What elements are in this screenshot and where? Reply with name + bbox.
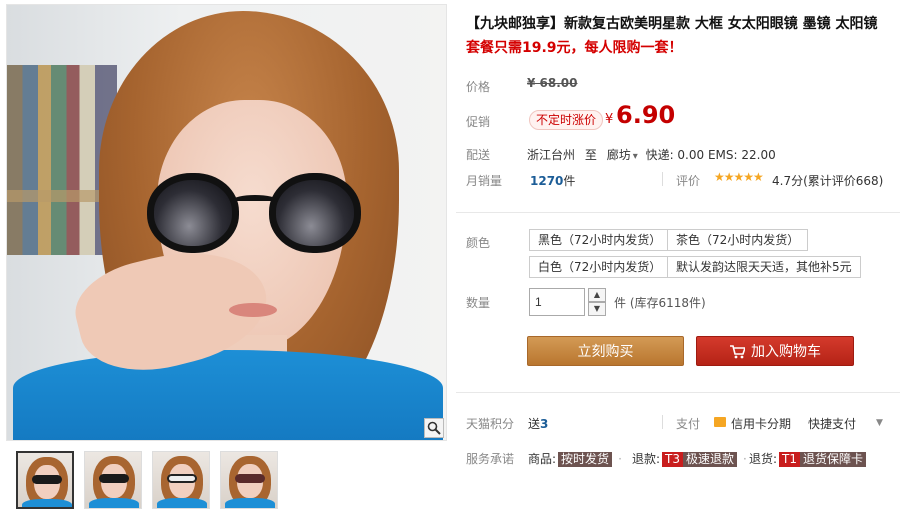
thumb-shirt xyxy=(22,499,72,507)
buy-now-button[interactable]: 立刻购买 xyxy=(527,336,684,366)
points-label: 天猫积分 xyxy=(466,417,515,431)
buy-now-label: 立刻购买 xyxy=(577,344,634,360)
sales-count: 1270 xyxy=(530,174,564,188)
price-label: 价格 xyxy=(466,80,491,94)
evaluation-link[interactable]: 4.7分(累计评价668) xyxy=(772,172,883,189)
service-refund[interactable]: 退款: T3 极速退款 · xyxy=(632,450,747,467)
thumb-shirt xyxy=(157,498,207,508)
shipping-info: 浙江台州 至 廊坊 ▾ 快递: 0.00 EMS: 22.00 xyxy=(527,146,776,163)
thumb-shirt xyxy=(225,498,275,508)
service-return[interactable]: 退货: T1 退货保障卡 xyxy=(749,450,867,467)
quantity-increase-button[interactable]: ▲ xyxy=(588,288,606,302)
thumb-shirt xyxy=(89,498,139,508)
section-divider xyxy=(456,392,900,393)
sales-unit: 件 xyxy=(563,174,576,188)
quick-pay-link[interactable]: 快捷支付 xyxy=(808,415,856,432)
payment-label: 支付 xyxy=(676,417,701,431)
color-label: 颜色 xyxy=(466,236,491,250)
thumb-glasses xyxy=(99,474,129,483)
sunglasses-bridge xyxy=(233,195,277,205)
promo-currency: ¥ xyxy=(605,112,614,127)
product-subtitle: 套餐只需19.9元，每人限购一套！ xyxy=(466,40,683,56)
thumb-glasses xyxy=(235,474,265,483)
service-goods[interactable]: 商品: 按时发货 · xyxy=(528,450,622,467)
main-product-image[interactable] xyxy=(6,4,447,441)
destination-text: 廊坊 xyxy=(606,148,631,162)
promo-badge: 不定时涨价 xyxy=(529,110,604,130)
ship-from: 浙江台州 xyxy=(527,148,576,162)
original-price: ¥ 68.00 xyxy=(527,76,578,90)
destination-select[interactable]: 廊坊 ▾ xyxy=(607,148,642,162)
shipping-option-default[interactable]: 默认发韵达限天天适，其他补5元 xyxy=(667,256,861,278)
stock-info: 件 (库存6118件) xyxy=(614,296,706,310)
promo-label: 促销 xyxy=(466,115,491,129)
sunglasses-left-lens xyxy=(147,173,239,253)
monthly-sales-label: 月销量 xyxy=(466,174,503,188)
return-label: 退货: xyxy=(749,452,778,466)
refund-code-badge: T3 xyxy=(662,452,684,467)
shipping-fees: 快递: 0.00 EMS: 22.00 xyxy=(645,148,776,162)
thumb-glasses xyxy=(167,474,197,483)
evaluation-label: 评价 xyxy=(676,174,701,188)
promo-price: 6.90 xyxy=(616,101,676,129)
chevron-down-icon[interactable]: ▼ xyxy=(876,418,883,428)
product-page: 【九块邮独享】新款复古欧美明星款 大框 女太阳眼镜 墨镜 太阳镜 套餐只需19.… xyxy=(0,0,900,519)
quantity-input[interactable] xyxy=(529,288,585,316)
on-time-badge: 按时发货 xyxy=(558,452,613,467)
thumb-glasses xyxy=(32,475,62,484)
magnifier-icon xyxy=(427,421,441,435)
points-prefix: 送 xyxy=(528,417,541,431)
model-shirt xyxy=(13,350,443,440)
credit-card-icon xyxy=(714,417,726,427)
zoom-button[interactable] xyxy=(424,418,444,438)
thumbnail-strip xyxy=(16,451,278,509)
return-guarantee-badge: 退货保障卡 xyxy=(800,452,867,467)
thumbnail-3[interactable] xyxy=(152,451,210,509)
divider xyxy=(662,415,663,429)
thumbnail-4[interactable] xyxy=(220,451,278,509)
model-lips xyxy=(229,303,277,317)
service-label: 服务承诺 xyxy=(466,452,515,466)
credit-installment-link[interactable]: 信用卡分期 xyxy=(731,415,791,432)
chevron-down-icon: ▾ xyxy=(632,151,638,162)
ship-to-word: 至 xyxy=(584,148,597,162)
product-title: 【九块邮独享】新款复古欧美明星款 大框 女太阳眼镜 墨镜 太阳镜 xyxy=(466,16,878,32)
sunglasses-right-lens xyxy=(269,173,361,253)
quantity-label: 数量 xyxy=(466,296,491,310)
color-option-tea[interactable]: 茶色（72小时内发货） xyxy=(667,229,809,251)
section-divider xyxy=(456,212,900,213)
cart-icon xyxy=(730,345,745,359)
shipping-label: 配送 xyxy=(466,148,491,162)
rating-stars-icon: ★★★★★ xyxy=(714,170,764,184)
points-value: 送3 xyxy=(528,415,548,432)
quantity-decrease-button[interactable]: ▼ xyxy=(588,302,606,316)
separator: · xyxy=(743,452,747,466)
monthly-sales-value: 1270件 xyxy=(530,172,575,189)
color-option-black[interactable]: 黑色（72小时内发货） xyxy=(529,229,671,251)
add-to-cart-label: 加入购物车 xyxy=(751,344,821,360)
divider xyxy=(662,172,663,186)
fast-refund-badge: 极速退款 xyxy=(683,452,738,467)
add-to-cart-button[interactable]: 加入购物车 xyxy=(696,336,854,366)
thumbnail-1[interactable] xyxy=(16,451,74,509)
color-option-white[interactable]: 白色（72小时内发货） xyxy=(529,256,671,278)
return-code-badge: T1 xyxy=(779,452,801,467)
points-number: 3 xyxy=(540,417,549,431)
thumbnail-2[interactable] xyxy=(84,451,142,509)
goods-label: 商品: xyxy=(528,452,557,466)
refund-label: 退款: xyxy=(632,452,661,466)
separator: · xyxy=(618,452,622,466)
